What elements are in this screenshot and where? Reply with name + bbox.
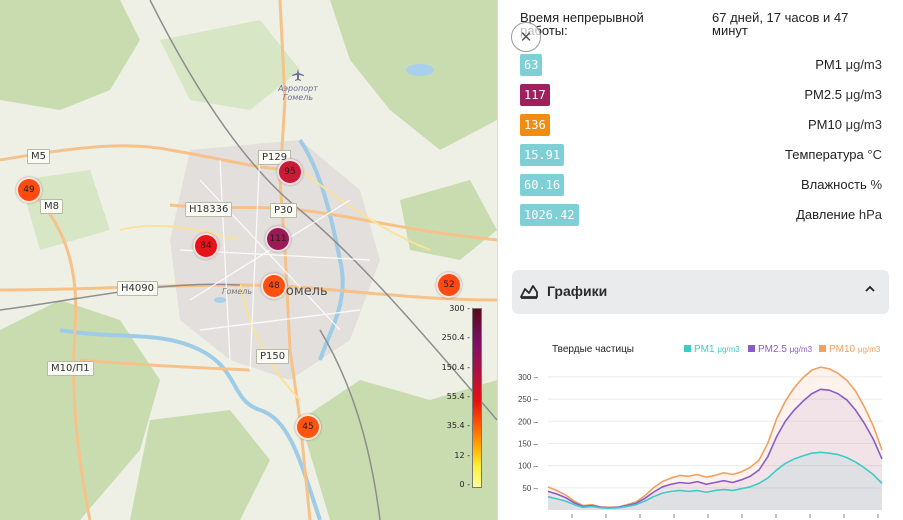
legend-tick: 55.4 - <box>446 392 470 401</box>
area-chart-icon <box>520 285 538 299</box>
legend-tick: 300 - <box>449 304 470 313</box>
metric-name: PM10 <box>808 117 842 132</box>
metric-label: PM2.5 μg/m3 <box>804 87 882 102</box>
airport-label: Аэропорт Гомель <box>278 84 318 102</box>
sensor-details-panel: Время непрерывной работы: 67 дней, 17 ча… <box>497 0 903 520</box>
metric-label: PM1 μg/m3 <box>815 57 882 72</box>
road-label-m5: M5 <box>27 149 50 164</box>
metric-row-humidity: 60.16 Влажность % <box>520 174 882 196</box>
road-label-h4090: H4090 <box>117 281 158 296</box>
metric-unit: hPa <box>858 207 882 222</box>
sensor-marker[interactable]: 52 <box>436 272 462 298</box>
metric-value: 15.91 <box>520 144 565 166</box>
road-label-p30: P30 <box>270 203 297 218</box>
y-tick-label: 50 – <box>522 484 538 493</box>
sensor-marker[interactable]: 45 <box>295 414 321 440</box>
metric-label: Давление hPa <box>796 207 882 222</box>
chevron-up-icon[interactable] <box>863 282 877 296</box>
marker-value: 84 <box>200 241 212 251</box>
close-button[interactable]: ✕ <box>511 22 541 52</box>
metric-value: 117 <box>520 84 550 106</box>
sensor-marker[interactable]: 49 <box>16 177 42 203</box>
legend-tick: 0 - <box>459 480 470 489</box>
metric-row-pm25: 117 PM2.5 μg/m3 <box>520 84 882 106</box>
metric-row-pm10: 136 PM10 μg/m3 <box>520 114 882 136</box>
metric-value: 60.16 <box>520 174 565 196</box>
metric-label: Температура °C <box>785 147 882 162</box>
metric-unit: °C <box>867 147 882 162</box>
metric-name: Температура <box>785 147 864 162</box>
y-tick-label: 100 – <box>518 462 539 471</box>
marker-value: 95 <box>284 167 296 177</box>
y-tick-label: 200 – <box>518 417 539 426</box>
uptime-value: 67 дней, 17 часов и 47 минут <box>712 10 849 38</box>
road-label-p150: P150 <box>256 349 290 364</box>
legend-tick: 250.4 - <box>441 333 470 342</box>
particles-chart: Твердые частицы PM1 μg/m3 PM2.5 μg/m3 PM… <box>512 330 892 520</box>
legend-tick: 150.4 - <box>441 363 470 372</box>
metric-unit: % <box>870 177 882 192</box>
marker-value: 111 <box>269 234 287 244</box>
y-tick-label: 300 – <box>518 373 539 382</box>
metric-row-pressure: 1026.42 Давление hPa <box>520 204 882 226</box>
close-icon: ✕ <box>519 28 533 46</box>
metric-row-pm1: 63 PM1 μg/m3 <box>520 54 882 76</box>
map-view[interactable]: M5 M8 H18336 P129 P30 H4090 M10/П1 P150 … <box>0 0 497 520</box>
app-root: M5 M8 H18336 P129 P30 H4090 M10/П1 P150 … <box>0 0 903 520</box>
airport-icon <box>292 69 304 81</box>
road-label-h18336: H18336 <box>185 202 233 217</box>
metric-value: 63 <box>520 54 543 76</box>
metric-name: Давление <box>796 207 856 222</box>
metric-unit: μg/m3 <box>845 57 882 72</box>
marker-value: 45 <box>302 422 314 432</box>
marker-value: 48 <box>268 281 280 291</box>
metric-row-temperature: 15.91 Температура °C <box>520 144 882 166</box>
sensor-marker[interactable]: 84 <box>193 233 219 259</box>
map-basemap <box>0 0 497 520</box>
legend-tick: 12 - <box>454 451 470 460</box>
marker-value: 49 <box>23 185 35 195</box>
uptime-label: Время непрерывной работы: <box>520 10 644 38</box>
road-label-m10: M10/П1 <box>47 361 94 376</box>
color-scale-legend: 300 - 250.4 - 150.4 - 55.4 - 35.4 - 12 -… <box>436 304 486 492</box>
legend-tick: 35.4 - <box>446 421 470 430</box>
metric-name: PM1 <box>815 57 842 72</box>
metric-name: PM2.5 <box>804 87 842 102</box>
charts-title: Графики <box>547 283 608 299</box>
metric-value: 1026.42 <box>520 204 579 226</box>
sensor-marker[interactable]: 111 <box>265 226 291 252</box>
marker-value: 52 <box>443 280 455 290</box>
charts-accordion-header[interactable]: Графики <box>512 270 889 314</box>
y-tick-label: 150 – <box>518 439 539 448</box>
metric-name: Влажность <box>800 177 867 192</box>
color-scale-bar <box>472 308 482 488</box>
metric-unit: μg/m3 <box>845 117 882 132</box>
sensor-marker[interactable]: 95 <box>277 159 303 185</box>
metric-value: 136 <box>520 114 550 136</box>
y-tick-label: 250 – <box>518 395 539 404</box>
metric-label: PM10 μg/m3 <box>808 117 882 132</box>
metric-unit: μg/m3 <box>845 87 882 102</box>
city-label-small: Гомель <box>222 287 253 296</box>
chart-plot: 300 – 250 – 200 – 150 – 100 – 50 – <box>518 366 883 518</box>
metric-label: Влажность % <box>801 177 882 192</box>
road-label-m8: M8 <box>40 199 63 214</box>
sensor-marker[interactable]: 48 <box>261 273 287 299</box>
